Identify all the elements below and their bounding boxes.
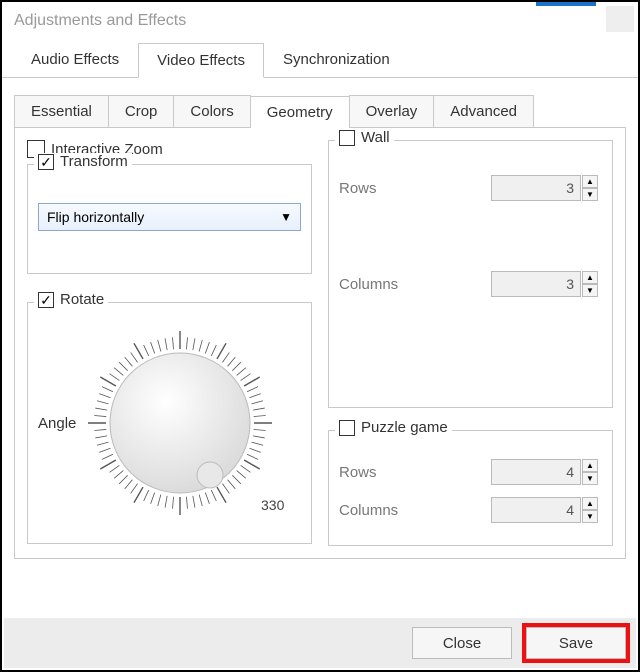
wall-rows-input[interactable]	[491, 175, 581, 201]
puzzle-rows-down[interactable]: ▼	[582, 472, 598, 485]
wall-cols-spinner: ▲ ▼	[491, 271, 598, 297]
rotate-checkbox[interactable]	[38, 292, 54, 308]
rotate-group: Rotate Angle	[27, 302, 312, 544]
puzzle-cols-down[interactable]: ▼	[582, 510, 598, 523]
titlebar: Adjustments and Effects	[2, 2, 638, 40]
tab-audio-effects[interactable]: Audio Effects	[12, 42, 138, 77]
wall-group: Wall Rows ▲ ▼ Columns	[328, 140, 613, 408]
wall-header: Wall	[335, 129, 394, 146]
tab-synchronization[interactable]: Synchronization	[264, 42, 409, 77]
angle-dial[interactable]: 330	[80, 323, 280, 523]
dial-icon	[80, 323, 280, 523]
puzzle-cols-input[interactable]	[491, 497, 581, 523]
wall-rows-down[interactable]: ▼	[582, 188, 598, 201]
wall-cols-up[interactable]: ▲	[582, 271, 598, 284]
wall-rows-spinner: ▲ ▼	[491, 175, 598, 201]
transform-label: Transform	[60, 153, 128, 170]
transform-group: Transform Flip horizontally ▼	[27, 164, 312, 274]
subtab-crop[interactable]: Crop	[108, 95, 175, 127]
puzzle-rows-row: Rows ▲ ▼	[339, 459, 602, 485]
puzzle-cols-up[interactable]: ▲	[582, 497, 598, 510]
angle-label: Angle	[38, 415, 76, 432]
puzzle-checkbox[interactable]	[339, 420, 355, 436]
puzzle-rows-label: Rows	[339, 464, 377, 481]
puzzle-cols-label: Columns	[339, 502, 398, 519]
left-column: Interactive Zoom Transform Flip horizont…	[27, 140, 320, 546]
save-button[interactable]: Save	[526, 627, 626, 659]
rotate-label: Rotate	[60, 291, 104, 308]
main-tabs: Audio Effects Video Effects Synchronizat…	[2, 40, 638, 78]
rotate-header: Rotate	[34, 291, 108, 308]
geometry-content: Interactive Zoom Transform Flip horizont…	[14, 128, 626, 559]
tab-video-effects[interactable]: Video Effects	[138, 43, 264, 78]
wall-cols-row: Columns ▲ ▼	[339, 271, 602, 297]
puzzle-rows-up[interactable]: ▲	[582, 459, 598, 472]
puzzle-cols-spinner: ▲ ▼	[491, 497, 598, 523]
transform-checkbox[interactable]	[38, 154, 54, 170]
subtab-essential[interactable]: Essential	[14, 95, 109, 127]
wall-rows-label: Rows	[339, 180, 377, 197]
angle-tick-value: 330	[261, 497, 284, 513]
wall-cols-down[interactable]: ▼	[582, 284, 598, 297]
sub-tabs: Essential Crop Colors Geometry Overlay A…	[14, 94, 626, 128]
transform-select-value: Flip horizontally	[47, 209, 144, 225]
wall-rows-row: Rows ▲ ▼	[339, 175, 602, 201]
transform-select[interactable]: Flip horizontally ▼	[38, 203, 301, 231]
subtab-colors[interactable]: Colors	[173, 95, 250, 127]
accent-decoration	[536, 2, 596, 6]
subtab-overlay[interactable]: Overlay	[349, 95, 435, 127]
puzzle-rows-spinner: ▲ ▼	[491, 459, 598, 485]
rotate-body: Angle	[38, 313, 301, 533]
wall-rows-up[interactable]: ▲	[582, 175, 598, 188]
puzzle-cols-row: Columns ▲ ▼	[339, 497, 602, 523]
chevron-down-icon: ▼	[280, 210, 292, 224]
wall-cols-input[interactable]	[491, 271, 581, 297]
wall-label: Wall	[361, 129, 390, 146]
wall-cols-label: Columns	[339, 276, 398, 293]
puzzle-rows-input[interactable]	[491, 459, 581, 485]
right-column: Wall Rows ▲ ▼ Columns	[320, 140, 613, 546]
subtab-geometry[interactable]: Geometry	[250, 96, 350, 128]
close-button[interactable]: Close	[412, 627, 512, 659]
puzzle-label: Puzzle game	[361, 419, 448, 436]
transform-header: Transform	[34, 153, 132, 170]
puzzle-header: Puzzle game	[335, 419, 452, 436]
window-close-button[interactable]	[606, 6, 634, 32]
window-title: Adjustments and Effects	[14, 12, 186, 29]
footer: Close Save	[4, 618, 636, 668]
wall-checkbox[interactable]	[339, 130, 355, 146]
puzzle-group: Puzzle game Rows ▲ ▼ Columns	[328, 430, 613, 546]
video-effects-panel: Essential Crop Colors Geometry Overlay A…	[2, 78, 638, 571]
subtab-advanced[interactable]: Advanced	[433, 95, 534, 127]
